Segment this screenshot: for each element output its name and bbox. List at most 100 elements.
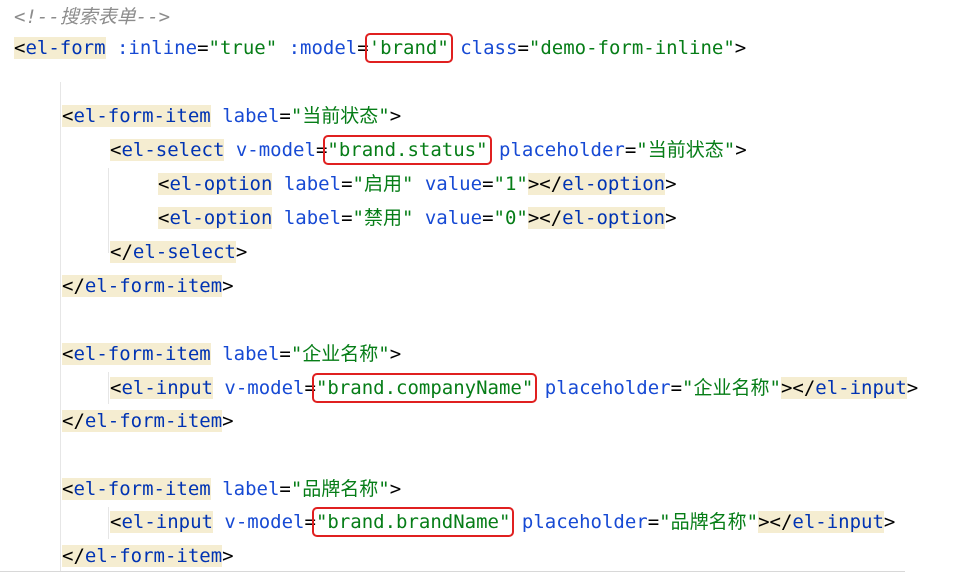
code-punctuation: <: [62, 105, 74, 127]
code-punctuation: ></: [780, 377, 816, 399]
attribute-name: class: [460, 37, 518, 59]
highlighted-attribute-value: 'brand": [364, 33, 453, 63]
code-punctuation: >: [222, 275, 234, 297]
code-punctuation: =: [517, 37, 529, 59]
highlighted-attribute-value: "brand.status": [323, 135, 492, 165]
attribute-name: label: [283, 207, 342, 229]
attribute-name: placeholder: [521, 511, 648, 533]
attribute-name: placeholder: [499, 139, 625, 161]
code-punctuation: =: [197, 37, 209, 59]
attribute-name: label: [222, 343, 280, 365]
code-punctuation: <: [14, 37, 26, 59]
code-punctuation: <: [158, 207, 170, 229]
code-punctuation: >: [222, 545, 234, 567]
indent-guide: [60, 82, 61, 572]
attribute-value: "品牌名称": [659, 511, 759, 533]
attribute-name: :model: [288, 37, 358, 59]
tag-name: el-form-item: [73, 343, 211, 365]
attribute-name: v-model: [224, 511, 305, 533]
code-punctuation: >: [883, 511, 896, 533]
code-punctuation: >: [906, 377, 919, 399]
tag-name: el-form-item: [84, 275, 223, 297]
code-punctuation: ></: [758, 511, 793, 533]
code-punctuation: >: [665, 173, 677, 195]
code-punctuation: =: [357, 37, 369, 59]
tag-name: el-form-item: [73, 478, 211, 500]
code-line: <el-form-item label="企业名称">: [62, 337, 401, 371]
attribute-name: v-model: [235, 139, 316, 161]
code-punctuation: =: [304, 511, 316, 533]
code-line: </el-form-item>: [62, 404, 234, 438]
tag-name: el-select: [121, 139, 225, 161]
code-line: <!--搜索表单-->: [14, 0, 170, 34]
code-punctuation: <: [110, 511, 122, 533]
attribute-value: "true": [208, 37, 278, 59]
code-editor[interactable]: <!--搜索表单--> <el-form :inline="true" :mode…: [0, 0, 977, 574]
attribute-value: "当前状态": [290, 105, 390, 127]
code-punctuation: >: [665, 207, 677, 229]
indent-guide: [108, 168, 109, 253]
code-punctuation: =: [315, 139, 328, 161]
code-punctuation: ></: [527, 207, 563, 229]
attribute-name: label: [283, 173, 342, 195]
code-line: <el-input v-model="brand.companyName" pl…: [110, 371, 918, 405]
tag-name: el-form-item: [73, 105, 211, 127]
code-punctuation: >: [222, 410, 234, 432]
code-punctuation: >: [235, 241, 248, 263]
attribute-value: "启用": [352, 173, 414, 195]
attribute-value: "禁用": [352, 207, 414, 229]
code-line: </el-form-item>: [62, 539, 234, 573]
code-punctuation: =: [279, 478, 291, 500]
code-punctuation: >: [735, 139, 747, 161]
code-line: </el-form-item>: [62, 269, 234, 303]
code-punctuation: =: [624, 139, 637, 161]
code-punctuation: >: [389, 478, 402, 500]
code-punctuation: =: [482, 207, 494, 229]
code-punctuation: =: [482, 173, 494, 195]
code-punctuation: >: [389, 105, 402, 127]
code-line: <el-input v-model="brand.brandName" plac…: [110, 505, 895, 539]
tag-name: el-input: [121, 511, 213, 533]
attribute-name: value: [424, 207, 483, 229]
code-punctuation: <: [62, 478, 74, 500]
tag-name: el-form-item: [84, 545, 223, 567]
code-punctuation: </: [62, 410, 85, 432]
tag-name: el-select: [132, 241, 236, 263]
code-punctuation: ></: [527, 173, 563, 195]
tag-name: el-form-item: [84, 410, 223, 432]
code-punctuation: <: [110, 377, 122, 399]
attribute-value: "品牌名称": [290, 478, 390, 500]
tag-name: el-input: [792, 511, 884, 533]
highlighted-attribute-value: "brand.brandName": [311, 507, 515, 537]
code-line: <el-option label="启用" value="1"></el-opt…: [158, 167, 677, 201]
attribute-name: label: [222, 478, 280, 500]
code-line: <el-form-item label="当前状态">: [62, 99, 401, 133]
attribute-value: "企业名称": [682, 377, 781, 399]
attribute-name: value: [424, 173, 483, 195]
tag-name: el-option: [562, 173, 666, 195]
attribute-value: "1": [493, 173, 528, 195]
code-punctuation: </: [62, 545, 85, 567]
indent-guide: [108, 372, 109, 404]
tag-name: el-option: [169, 173, 273, 195]
attribute-value: "企业名称": [290, 343, 390, 365]
code-punctuation: >: [389, 343, 402, 365]
attribute-name: placeholder: [544, 377, 671, 399]
code-line: <el-form :inline="true" :model='brand" c…: [14, 31, 746, 65]
code-punctuation: =: [304, 377, 316, 399]
code-punctuation: >: [734, 37, 747, 59]
tag-name: el-input: [815, 377, 907, 399]
